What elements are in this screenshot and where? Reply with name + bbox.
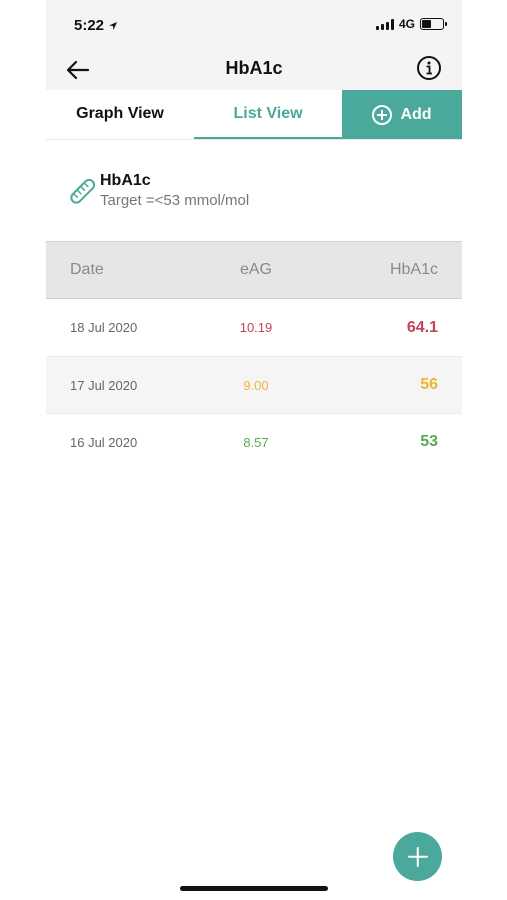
row-hba1c: 64.1 <box>406 318 438 336</box>
add-button-label: Add <box>400 105 432 123</box>
battery-level <box>422 20 431 28</box>
screen: 5:22 4G HbA1c Graph View List View Add H… <box>46 0 462 900</box>
metric-name: HbA1c <box>100 172 151 189</box>
table-row[interactable]: 16 Jul 2020 8.57 53 <box>46 413 462 470</box>
table-header: Date eAG HbA1c <box>46 241 462 299</box>
home-indicator <box>180 886 328 891</box>
row-date: 16 Jul 2020 <box>70 434 138 450</box>
status-time: 5:22 <box>74 17 105 34</box>
table-row[interactable]: 18 Jul 2020 10.19 64.1 <box>46 299 462 356</box>
test-tube-icon <box>70 178 96 204</box>
info-icon[interactable] <box>416 55 442 81</box>
row-date: 18 Jul 2020 <box>70 320 138 335</box>
nav-bar: HbA1c <box>46 50 462 90</box>
row-hba1c: 53 <box>420 433 438 450</box>
battery-icon <box>420 18 447 30</box>
readings-table: Date eAG HbA1c 18 Jul 2020 10.19 64.1 17… <box>46 241 462 470</box>
table-row[interactable]: 17 Jul 2020 9.00 56 <box>46 356 462 413</box>
status-indicators: 4G <box>375 17 447 31</box>
row-hba1c: 56 <box>420 376 438 393</box>
network-type: 4G <box>398 17 415 31</box>
page-title: HbA1c <box>225 58 283 78</box>
location-arrow-icon <box>109 21 118 30</box>
row-date: 17 Jul 2020 <box>70 377 138 393</box>
tab-list-view[interactable]: List View <box>194 90 342 139</box>
signal-icon <box>375 18 394 30</box>
view-tabs: Graph View List View Add <box>46 90 462 140</box>
status-time-group: 5:22 <box>74 17 118 34</box>
add-circle-icon <box>372 104 393 125</box>
add-button[interactable]: Add <box>342 90 462 139</box>
add-reading-fab[interactable] <box>393 832 442 881</box>
metric-target: Target =<53 mmol/mol <box>100 192 250 209</box>
header-date: Date <box>70 261 104 278</box>
tab-graph-view[interactable]: Graph View <box>46 90 194 139</box>
status-bar: 5:22 4G <box>46 0 462 50</box>
header-eag: eAG <box>239 261 272 278</box>
metric-header: HbA1c Target =<53 mmol/mol <box>46 140 462 241</box>
header-hba1c: HbA1c <box>389 261 438 278</box>
row-eag: 8.57 <box>243 434 269 450</box>
row-eag: 10.19 <box>239 320 273 335</box>
row-eag: 9.00 <box>243 377 269 393</box>
